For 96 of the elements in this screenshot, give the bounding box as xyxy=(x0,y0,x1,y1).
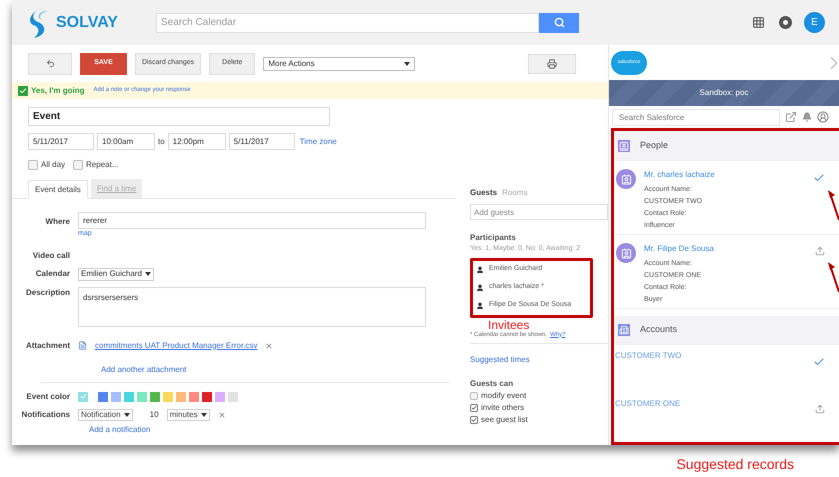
notification-icon[interactable] xyxy=(779,16,792,29)
profile-icon[interactable] xyxy=(817,111,829,123)
permission-label: invite others xyxy=(481,402,524,414)
permission-label: modify event xyxy=(481,390,526,402)
add-attachment-link[interactable]: Add another attachment xyxy=(101,364,186,376)
invitees-annotation: Invitees xyxy=(488,318,530,330)
checkbox[interactable] xyxy=(470,416,478,424)
guests-tab[interactable]: Guests xyxy=(470,187,498,199)
person-icon xyxy=(476,302,484,310)
upload-icon[interactable] xyxy=(815,404,825,414)
rsvp-checkbox[interactable] xyxy=(18,86,28,96)
calendar-label: Calendar xyxy=(34,268,70,280)
dropdown-caret-icon xyxy=(124,412,130,416)
brand-name: SOLVAY xyxy=(56,12,119,32)
dropdown-caret-icon xyxy=(144,272,151,276)
color-swatch[interactable] xyxy=(215,392,225,402)
end-date-field[interactable]: 5/11/2017 xyxy=(228,133,295,150)
suggested-records-annotation: Suggested records xyxy=(676,455,794,474)
option-label: All day xyxy=(41,159,66,171)
section-title: People xyxy=(640,139,668,152)
color-swatch[interactable] xyxy=(163,392,173,402)
check-icon xyxy=(19,86,27,94)
description-field[interactable]: dsrsrsersersers xyxy=(78,286,426,326)
check-icon[interactable] xyxy=(813,172,825,184)
participants-label: Participants xyxy=(470,232,517,244)
notifications-label: Notifications xyxy=(20,408,70,420)
to-label: to xyxy=(158,136,165,148)
checkbox[interactable] xyxy=(470,392,478,400)
annotation-arrow xyxy=(828,190,839,220)
end-time-field[interactable]: 12:00pm xyxy=(168,133,226,150)
more-actions-dropdown[interactable]: More Actions xyxy=(263,56,416,70)
suggested-times-link[interactable]: Suggested times xyxy=(470,354,530,366)
where-label: Where xyxy=(44,216,70,228)
print-icon xyxy=(547,58,557,68)
time-zone-link[interactable]: Time zone xyxy=(300,136,337,148)
attachment-label: Attachment xyxy=(24,340,70,352)
back-arrow-icon xyxy=(46,59,54,68)
dropdown-caret-icon xyxy=(200,412,207,416)
current-color-swatch[interactable] xyxy=(78,392,88,402)
color-swatch[interactable] xyxy=(150,392,160,402)
salesforce-search-field[interactable]: Search Salesforce xyxy=(612,108,780,126)
color-swatch[interactable] xyxy=(228,392,238,402)
search-button[interactable] xyxy=(539,12,579,32)
color-swatch[interactable] xyxy=(111,392,121,402)
color-swatch[interactable] xyxy=(137,392,147,402)
upload-icon[interactable] xyxy=(815,246,825,256)
rsvp-label: Yes, I'm going xyxy=(31,84,84,96)
checkbox[interactable] xyxy=(470,404,478,412)
color-swatch[interactable] xyxy=(98,392,108,402)
bell-icon[interactable] xyxy=(802,112,812,122)
avatar[interactable]: E xyxy=(804,12,825,33)
sandbox-label: Sandbox: poc xyxy=(700,87,748,99)
color-swatch[interactable] xyxy=(189,392,199,402)
start-date-field[interactable]: 5/11/2017 xyxy=(28,133,94,150)
contact-card-icon xyxy=(618,140,630,152)
attachment-link[interactable]: commitments UAT Product Manager Error.csv xyxy=(95,340,258,352)
contact-avatar-icon xyxy=(616,243,636,264)
record-name[interactable]: Mr. charles lachaize xyxy=(644,169,805,181)
tab[interactable]: Event details xyxy=(28,180,88,199)
notification-unit-dropdown[interactable]: minutes xyxy=(166,408,210,420)
calendar-dropdown[interactable]: Emilien Guichard xyxy=(78,268,154,280)
remove-icon[interactable] xyxy=(265,342,274,350)
person-icon xyxy=(476,266,484,274)
add-guests-field[interactable]: Add guests xyxy=(470,204,608,220)
search-field[interactable]: Search Calendar xyxy=(156,12,539,32)
color-swatch[interactable] xyxy=(124,392,134,402)
check-icon[interactable] xyxy=(813,356,825,368)
where-field[interactable]: rererer xyxy=(78,212,426,229)
event-color-label: Event color xyxy=(25,390,70,402)
apps-grid-icon[interactable] xyxy=(752,16,765,29)
external-link-icon[interactable] xyxy=(785,111,797,123)
dropdown-caret-icon xyxy=(404,62,410,66)
remove-icon[interactable] xyxy=(218,410,226,418)
permission-label: see guest list xyxy=(481,414,528,426)
checkbox[interactable] xyxy=(28,160,38,170)
guests-can-label: Guests can xyxy=(470,378,514,390)
video-call-label: Video call xyxy=(32,250,70,262)
color-swatch[interactable] xyxy=(202,392,212,402)
search-icon xyxy=(554,17,564,28)
print-button[interactable] xyxy=(528,54,576,74)
building-icon xyxy=(618,324,630,336)
annotation-arrow xyxy=(828,262,839,292)
start-time-field[interactable]: 10:00am xyxy=(97,133,155,150)
section-title: Accounts xyxy=(640,323,678,336)
contact-avatar-icon xyxy=(616,169,636,189)
record-name[interactable]: Mr. Filipe De Sousa xyxy=(644,243,807,256)
check-icon xyxy=(80,393,86,400)
checkbox[interactable] xyxy=(73,160,84,170)
person-icon xyxy=(476,284,484,292)
notification-type-dropdown[interactable]: Notification xyxy=(78,408,133,420)
color-swatch[interactable] xyxy=(176,392,186,402)
notification-amount-field[interactable]: 10 xyxy=(140,408,159,420)
file-icon xyxy=(78,341,87,350)
add-notification-link[interactable]: Add a notification xyxy=(89,424,150,436)
option-label: Repeat... xyxy=(86,159,118,171)
description-label: Description xyxy=(24,286,70,298)
